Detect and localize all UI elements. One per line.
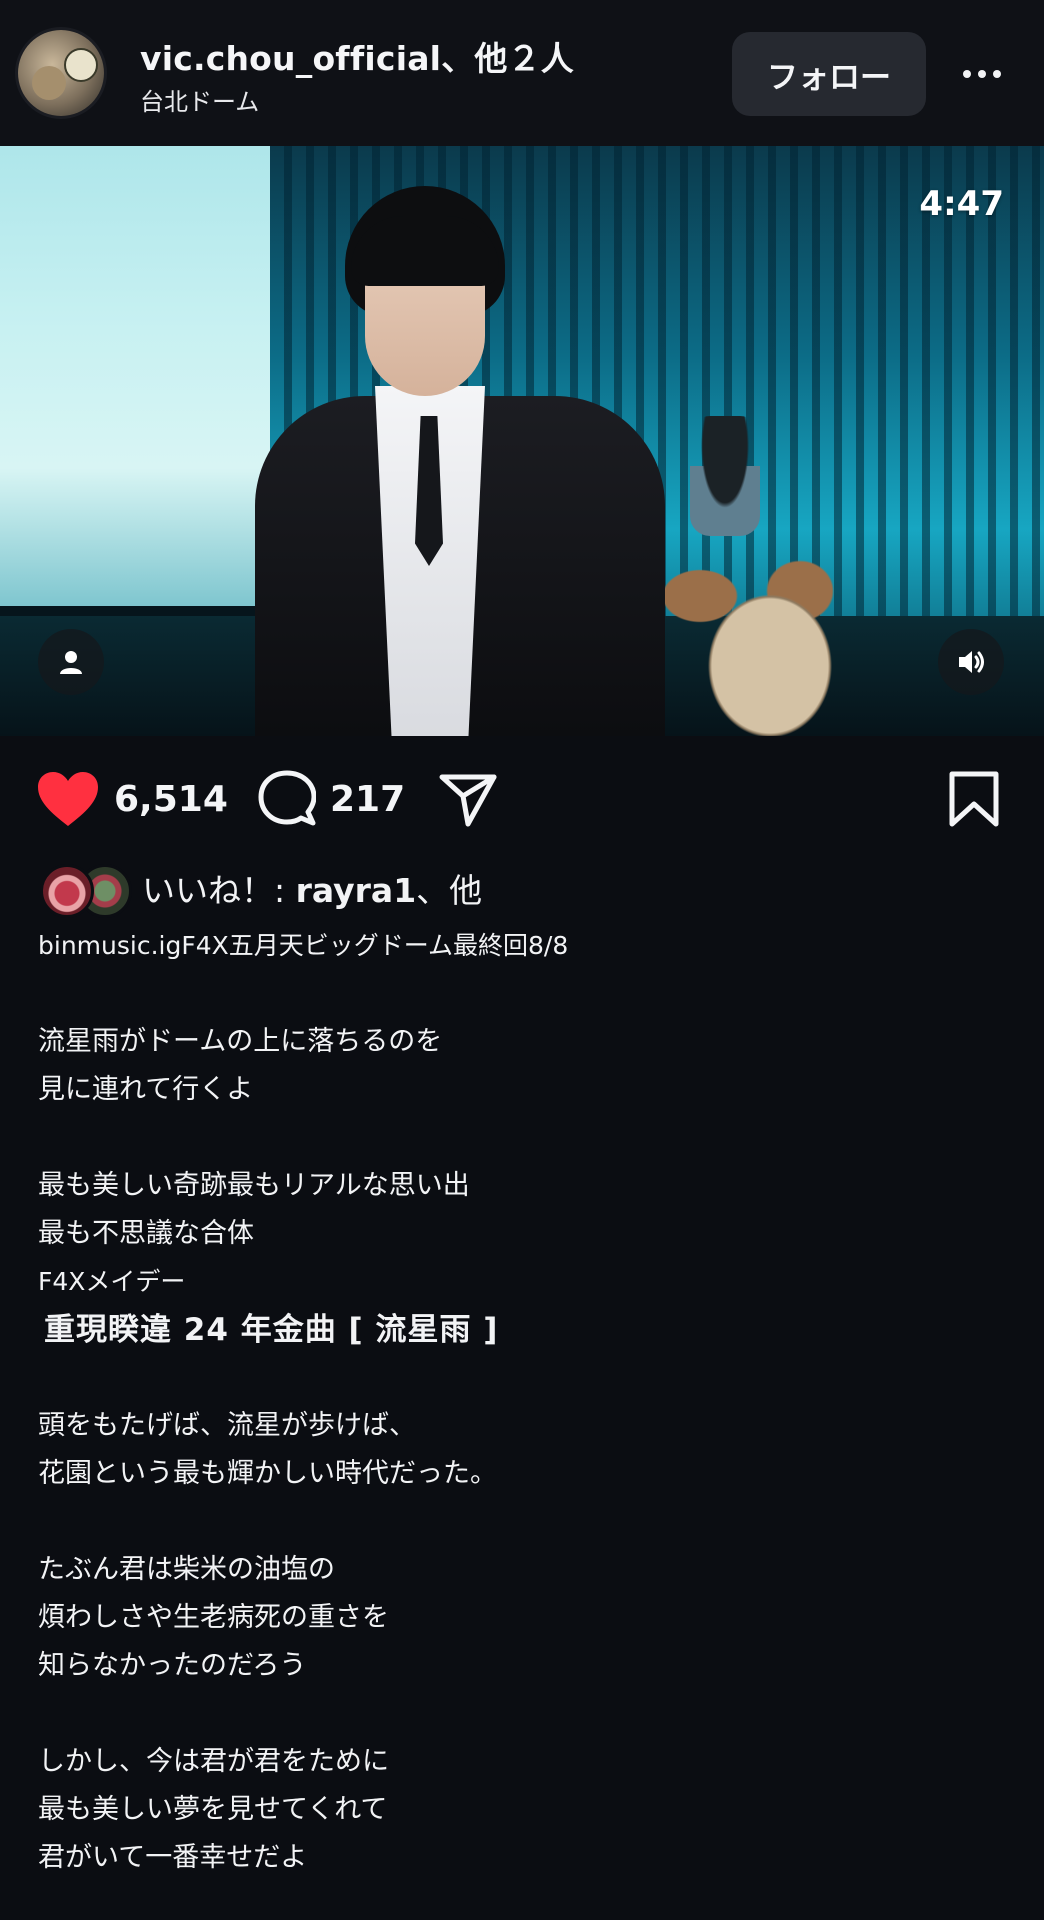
send-icon (439, 774, 497, 827)
avatar-logo-badge (64, 48, 98, 82)
account-avatar[interactable] (18, 30, 104, 116)
caption-line: 最も美しい奇跡最もリアルな思い出 (38, 1170, 470, 1201)
caption-line: 最も美しい夢を見せてくれて (38, 1794, 388, 1825)
post-caption: binmusic.igF4X五月天ビッグドーム最終回8/8 流星雨がドームの上に… (38, 922, 1018, 1882)
caption-line: 重現睽違 24 年金曲 [ 流星雨 ] (44, 1312, 499, 1348)
caption-line: 君がいて一番幸せだよ (38, 1842, 308, 1873)
video-player[interactable]: 4:47 (0, 146, 1044, 736)
post-actions-bar: 6,514 217 (0, 736, 1044, 866)
comment-icon (258, 770, 316, 826)
caption-line: 頭をもたげば、流星が歩けば、 (38, 1410, 416, 1441)
account-name[interactable]: vic.chou_official、他２人 (140, 32, 574, 80)
video-background-sky (0, 146, 290, 606)
sound-toggle-button[interactable] (938, 629, 1004, 695)
heart-icon (38, 772, 98, 826)
video-singer (255, 186, 665, 736)
singer-fringe (351, 216, 499, 286)
volume-icon (959, 651, 984, 673)
caption-line: 見に連れて行くよ (38, 1074, 254, 1105)
liked-by-text[interactable]: いいね！: rayra1、他 (142, 864, 482, 912)
like-count[interactable]: 6,514 (114, 779, 228, 820)
follow-button[interactable]: フォロー (732, 32, 926, 116)
dot (963, 70, 971, 78)
liked-by-avatars (40, 864, 132, 918)
like-button[interactable]: 6,514 (36, 770, 228, 828)
share-button[interactable] (438, 772, 498, 828)
caption-line: 流星雨がドームの上に落ちるのを (38, 1026, 443, 1057)
save-button[interactable] (948, 770, 1000, 828)
dot (993, 70, 1001, 78)
comment-count[interactable]: 217 (330, 779, 405, 820)
liked-by-prefix: いいね！: (142, 871, 296, 910)
dot (978, 70, 986, 78)
caption-line: binmusic.igF4X五月天ビッグドーム最終回8/8 (38, 931, 569, 960)
liked-by-user[interactable]: rayra1 (296, 871, 417, 910)
caption-line: 最も不思議な合体 (38, 1218, 254, 1249)
liked-by-row[interactable]: いいね！: rayra1、他 (40, 862, 482, 918)
tagged-users-button[interactable] (38, 629, 104, 695)
caption-line: 知らなかったのだろう (38, 1650, 307, 1681)
liked-by-suffix[interactable]: 、他 (416, 871, 482, 910)
caption-line: たぶん君は柴米の油塩の (38, 1554, 335, 1585)
caption-line: 花園という最も輝かしい時代だった。 (38, 1458, 497, 1489)
caption-line: しかし、今は君が君をために (38, 1746, 389, 1777)
avatar-photo (32, 66, 66, 100)
more-options-icon[interactable] (952, 52, 1012, 96)
comment-button[interactable]: 217 (258, 770, 405, 828)
user-tag-icon (60, 651, 82, 674)
location-link[interactable]: 台北ドーム (140, 82, 259, 117)
bookmark-icon (949, 771, 999, 827)
video-drum-kit (640, 516, 900, 736)
caption-line: 煩わしさや生老病死の重さを (38, 1602, 389, 1633)
video-duration: 4:47 (919, 184, 1004, 224)
post-header: vic.chou_official、他２人 台北ドーム フォロー (0, 0, 1044, 146)
caption-line: F4Xメイデー (38, 1267, 186, 1296)
liker-avatar (40, 864, 94, 918)
